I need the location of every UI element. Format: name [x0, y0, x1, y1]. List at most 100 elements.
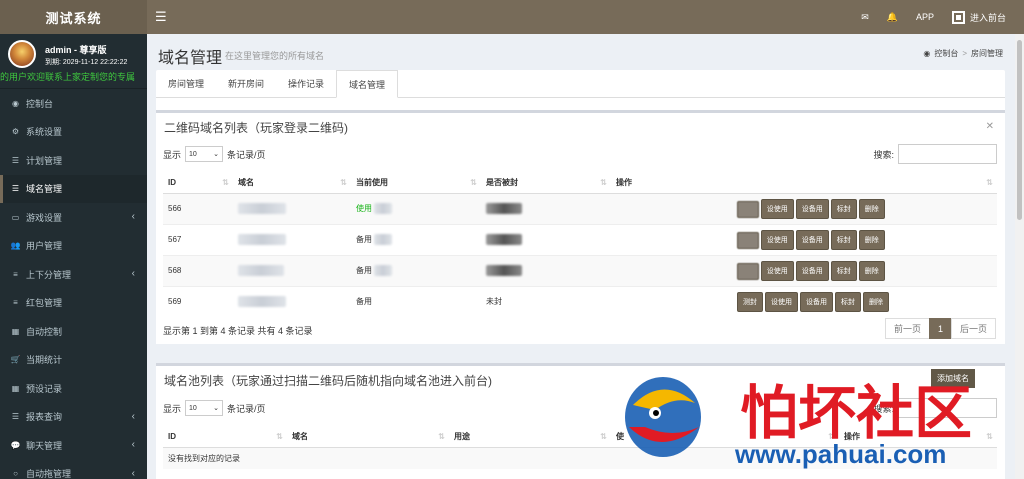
column-label: 域名: [292, 432, 308, 442]
test-ban-button[interactable]: [737, 262, 759, 280]
sidebar-item-8[interactable]: ▦ 自动控制: [0, 317, 147, 346]
cogs-icon: ⚙: [11, 127, 20, 137]
avatar: [8, 40, 36, 68]
search-control: 搜索:: [873, 144, 997, 164]
sidebar-item-5[interactable]: 👥 用户管理: [0, 232, 147, 261]
sidebar-item-6[interactable]: ≡ 上下分管理 ‹: [0, 260, 147, 289]
column-header[interactable]: 当前使用 ⇅: [351, 173, 481, 194]
per-page-label: 条记录/页: [227, 403, 266, 414]
action-button-3[interactable]: 标封: [830, 260, 857, 281]
breadcrumb-home[interactable]: 控制台: [934, 48, 958, 59]
usage-label: 备用: [356, 265, 372, 275]
sidebar-item-label: 当期统计: [26, 355, 63, 366]
enter-frontend-link[interactable]: 进入前台: [951, 10, 1006, 24]
marquee-notice: 的用户欢迎联系上家定制您的专属: [0, 72, 136, 82]
sidebar-item-label: 聊天管理: [26, 440, 63, 451]
chevron-down-icon: ⌄: [213, 151, 220, 158]
sidebar-item-10[interactable]: ▦ 预设记录: [0, 374, 147, 403]
cell-domain: [233, 285, 351, 317]
bell-icon[interactable]: 🔔: [887, 12, 898, 23]
sidebar-item-11[interactable]: ☰ 报表查询 ‹: [0, 403, 147, 432]
table-icon: ▦: [11, 383, 20, 393]
page-length-select[interactable]: 10 ⌄: [185, 400, 224, 416]
action-button-4[interactable]: 删除: [863, 291, 889, 312]
action-button-2[interactable]: 设备用: [795, 229, 829, 250]
action-button-4[interactable]: 删除: [858, 198, 885, 219]
column-label: 用途: [454, 432, 470, 442]
action-button-4[interactable]: 删除: [858, 229, 885, 250]
sidebar-item-9[interactable]: 🛒 当期统计: [0, 346, 147, 375]
app-logo[interactable]: 测试系统: [0, 0, 147, 34]
sort-icon: ⇅: [470, 178, 477, 187]
qrcode-icon: [951, 10, 965, 24]
test-ban-button[interactable]: [737, 200, 759, 218]
cell-domain: [233, 223, 351, 255]
action-button-4[interactable]: 删除: [858, 260, 885, 281]
box-title: 二维码域名列表（玩家登录二维码): [164, 121, 348, 135]
action-button-2[interactable]: 设备用: [800, 291, 833, 312]
sidebar-item-label: 游戏设置: [26, 212, 63, 223]
column-header[interactable]: 是否被封 ⇅: [481, 173, 611, 194]
action-button-2[interactable]: 设备用: [795, 198, 829, 219]
domain-redacted: [238, 203, 286, 214]
cell-actions: 测封 设使用 设备用 标封 删除: [611, 285, 997, 317]
page-length-select[interactable]: 10 ⌄: [185, 146, 224, 162]
scrollbar-thumb[interactable]: [1017, 40, 1022, 220]
comments-icon: 💬: [10, 440, 21, 450]
user-expire: 到期: 2029-11-12 22:22:22: [45, 59, 128, 66]
show-label: 显示: [163, 403, 182, 414]
column-header[interactable]: 用途 ⇅: [449, 427, 611, 448]
sidebar-item-7[interactable]: ≡ 红包管理: [0, 289, 147, 318]
watermark-logo: 怕坏社区 www.pahuai.com: [625, 377, 972, 469]
search-input[interactable]: [898, 144, 997, 164]
close-icon[interactable]: ✕: [986, 121, 994, 132]
ban-status-redacted: [486, 203, 522, 214]
watermark-url: www.pahuai.com: [734, 439, 946, 469]
action-button-3[interactable]: 标封: [835, 291, 861, 312]
sidebar-item-0[interactable]: ◉ 控制台: [0, 89, 147, 118]
scrollbar[interactable]: [1015, 34, 1024, 479]
next-page-button[interactable]: 后一页: [950, 318, 996, 339]
tab-3[interactable]: 域名管理: [336, 70, 399, 98]
column-header[interactable]: 操作 ⇅: [611, 173, 997, 194]
action-button-1[interactable]: 设使用: [760, 260, 794, 281]
action-button-1[interactable]: 设使用: [765, 291, 798, 312]
action-button-0[interactable]: 测封: [737, 291, 763, 312]
app-link[interactable]: APP: [916, 12, 934, 22]
sidebar-item-1[interactable]: ⚙ 系统设置: [0, 118, 147, 147]
dashboard-icon: ◉: [923, 49, 931, 58]
action-button-1[interactable]: 设使用: [760, 198, 794, 219]
cell-usage: 备用: [351, 254, 481, 286]
cell-id: 569: [163, 285, 233, 317]
sidebar-item-2[interactable]: ☰ 计划管理: [0, 146, 147, 175]
action-button-3[interactable]: 标封: [830, 229, 857, 250]
sidebar-item-13[interactable]: ○ 自动拖管理 ‹: [0, 460, 147, 479]
envelope-icon[interactable]: ✉: [861, 12, 869, 23]
qrcode-domain-box: 二维码域名列表（玩家登录二维码) ✕ 显示 10 ⌄ 条记录/页 搜索: ID ⇅ 域…: [156, 110, 1005, 344]
show-label: 显示: [163, 149, 182, 160]
action-button-1[interactable]: 设使用: [760, 229, 794, 250]
sidebar-item-12[interactable]: 💬 聊天管理 ‹: [0, 431, 147, 460]
page-1-button[interactable]: 1: [928, 318, 952, 339]
test-ban-button[interactable]: [737, 231, 759, 249]
usage-label: 使用: [356, 203, 372, 213]
table-row: 569 备用 未封 测封 设使用 设备用 标封 删除: [163, 285, 997, 317]
prev-page-button[interactable]: 前一页: [884, 318, 930, 339]
column-header[interactable]: ID ⇅: [163, 427, 287, 448]
sidebar-item-4[interactable]: ▭ 游戏设置 ‹: [0, 203, 147, 232]
column-header[interactable]: ID ⇅: [163, 173, 233, 194]
cell-banned: 未封: [481, 285, 611, 317]
action-button-3[interactable]: 标封: [830, 198, 857, 219]
column-header[interactable]: 域名 ⇅: [287, 427, 449, 448]
sidebar-item-3[interactable]: ☰ 域名管理: [0, 174, 147, 203]
bars-icon[interactable]: ☰: [155, 9, 167, 25]
tab-0[interactable]: 房间管理: [156, 70, 216, 97]
action-button-2[interactable]: 设备用: [795, 260, 829, 281]
tab-1[interactable]: 新开房间: [216, 70, 276, 97]
chevron-down-icon: ⌄: [213, 405, 220, 412]
page-title: 域名管理: [158, 50, 223, 67]
sidebar-item-label: 预设记录: [26, 383, 63, 394]
column-header[interactable]: 域名 ⇅: [233, 173, 351, 194]
tab-2[interactable]: 操作记录: [276, 70, 336, 97]
sort-icon: ⇅: [438, 432, 445, 441]
